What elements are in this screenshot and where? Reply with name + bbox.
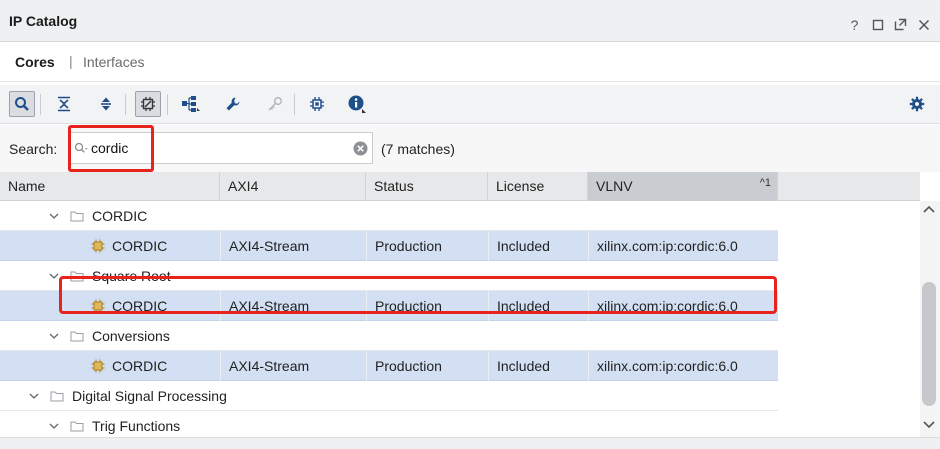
- chip-icon: [310, 97, 324, 111]
- folder-name: Digital Signal Processing: [72, 388, 227, 404]
- ip-core-icon: [91, 299, 105, 313]
- chevron-down-icon[interactable]: [48, 420, 60, 432]
- bottom-border: [0, 437, 940, 449]
- ip-vlnv: xilinx.com:ip:cordic:6.0: [588, 231, 778, 261]
- search-toggle-button[interactable]: [9, 91, 35, 117]
- filter-icon: [141, 97, 155, 111]
- table-row[interactable]: CORDIC AXI4-Stream Production Included x…: [0, 351, 778, 381]
- tab-bar: Cores | Interfaces: [0, 43, 940, 82]
- filter-button[interactable]: [135, 91, 161, 117]
- ip-name: CORDIC: [112, 358, 168, 374]
- ip-license: Included: [488, 231, 588, 261]
- folder-icon: [70, 271, 84, 282]
- column-vlnv[interactable]: VLNV ^1: [588, 172, 778, 201]
- ip-core-icon: [91, 239, 105, 253]
- search-icon: [15, 97, 29, 111]
- ip-axi4: AXI4-Stream: [220, 351, 366, 381]
- folder-name: CORDIC: [92, 208, 148, 224]
- help-icon[interactable]: ?: [846, 16, 863, 33]
- ip-axi4: AXI4-Stream: [220, 291, 366, 321]
- gear-icon: [909, 96, 925, 112]
- ip-status: Production: [366, 231, 488, 261]
- window-controls: ?: [846, 16, 932, 33]
- folder-name: Square Root: [92, 268, 171, 284]
- tab-cores[interactable]: Cores: [15, 54, 55, 70]
- table-row[interactable]: CORDIC AXI4-Stream Production Included x…: [0, 291, 778, 321]
- tree-folder-row[interactable]: CORDIC: [0, 201, 778, 231]
- close-icon[interactable]: [915, 16, 932, 33]
- ip-name: CORDIC: [112, 298, 168, 314]
- info-button[interactable]: [344, 91, 370, 117]
- scrollbar-thumb[interactable]: [922, 282, 936, 406]
- chevron-down-icon[interactable]: [28, 390, 40, 402]
- ip-tree-table: CORDIC CORDIC AXI4-Stream Production Inc…: [0, 201, 778, 441]
- column-vlnv-label: VLNV: [596, 178, 633, 194]
- wrench-icon: [226, 97, 240, 111]
- column-license[interactable]: License: [488, 172, 588, 201]
- clear-search-icon[interactable]: [353, 141, 368, 156]
- folder-icon: [50, 391, 64, 402]
- search-box[interactable]: [69, 132, 373, 164]
- tab-interfaces[interactable]: Interfaces: [83, 54, 144, 70]
- column-name[interactable]: Name: [0, 172, 220, 201]
- collapse-all-icon: [58, 96, 70, 112]
- folder-name: Conversions: [92, 328, 170, 344]
- expand-all-icon: [101, 97, 111, 111]
- ip-license: Included: [488, 291, 588, 321]
- license-button[interactable]: [262, 91, 288, 117]
- sort-indicator: ^1: [759, 177, 771, 189]
- chevron-down-icon[interactable]: [48, 210, 60, 222]
- folder-icon: [70, 331, 84, 342]
- column-status[interactable]: Status: [366, 172, 488, 201]
- info-icon: [348, 95, 366, 113]
- match-count: (7 matches): [381, 141, 455, 157]
- settings-button[interactable]: [904, 91, 930, 117]
- search-label: Search:: [9, 141, 58, 157]
- search-row: Search: (7 matches): [0, 125, 940, 172]
- key-icon: [268, 97, 282, 111]
- tree-folder-row[interactable]: Conversions: [0, 321, 778, 351]
- folder-icon: [70, 421, 84, 432]
- search-icon: [74, 142, 88, 153]
- ip-status: Production: [366, 291, 488, 321]
- ip-core-icon: [91, 359, 105, 373]
- tab-separator: |: [69, 53, 73, 69]
- column-axi4[interactable]: AXI4: [220, 172, 366, 201]
- window-title: IP Catalog: [9, 13, 78, 29]
- restore-icon[interactable]: [869, 16, 886, 33]
- search-input[interactable]: [91, 138, 341, 158]
- ip-name: CORDIC: [112, 238, 168, 254]
- table-row[interactable]: CORDIC AXI4-Stream Production Included x…: [0, 231, 778, 261]
- expand-all-button[interactable]: [93, 91, 119, 117]
- toolbar: [0, 85, 940, 124]
- chevron-down-icon[interactable]: [48, 330, 60, 342]
- ip-vlnv: xilinx.com:ip:cordic:6.0: [588, 291, 778, 321]
- title-bar: IP Catalog ?: [0, 0, 940, 42]
- folder-icon: [70, 211, 84, 222]
- ip-vlnv: xilinx.com:ip:cordic:6.0: [588, 351, 778, 381]
- tree-folder-row[interactable]: Digital Signal Processing: [0, 381, 778, 411]
- scroll-up-icon[interactable]: [921, 202, 937, 216]
- hierarchy-icon: [182, 96, 200, 112]
- chevron-down-icon[interactable]: [48, 270, 60, 282]
- tree-folder-row[interactable]: Square Root: [0, 261, 778, 291]
- scroll-down-icon[interactable]: [921, 418, 937, 432]
- ip-license: Included: [488, 351, 588, 381]
- ip-status: Production: [366, 351, 488, 381]
- table-header: Name AXI4 Status License VLNV ^1: [0, 172, 920, 201]
- float-icon[interactable]: [892, 16, 909, 33]
- ip-axi4: AXI4-Stream: [220, 231, 366, 261]
- hierarchy-button[interactable]: [178, 91, 204, 117]
- collapse-all-button[interactable]: [51, 91, 77, 117]
- customize-ip-button[interactable]: [220, 91, 246, 117]
- ip-details-button[interactable]: [304, 91, 330, 117]
